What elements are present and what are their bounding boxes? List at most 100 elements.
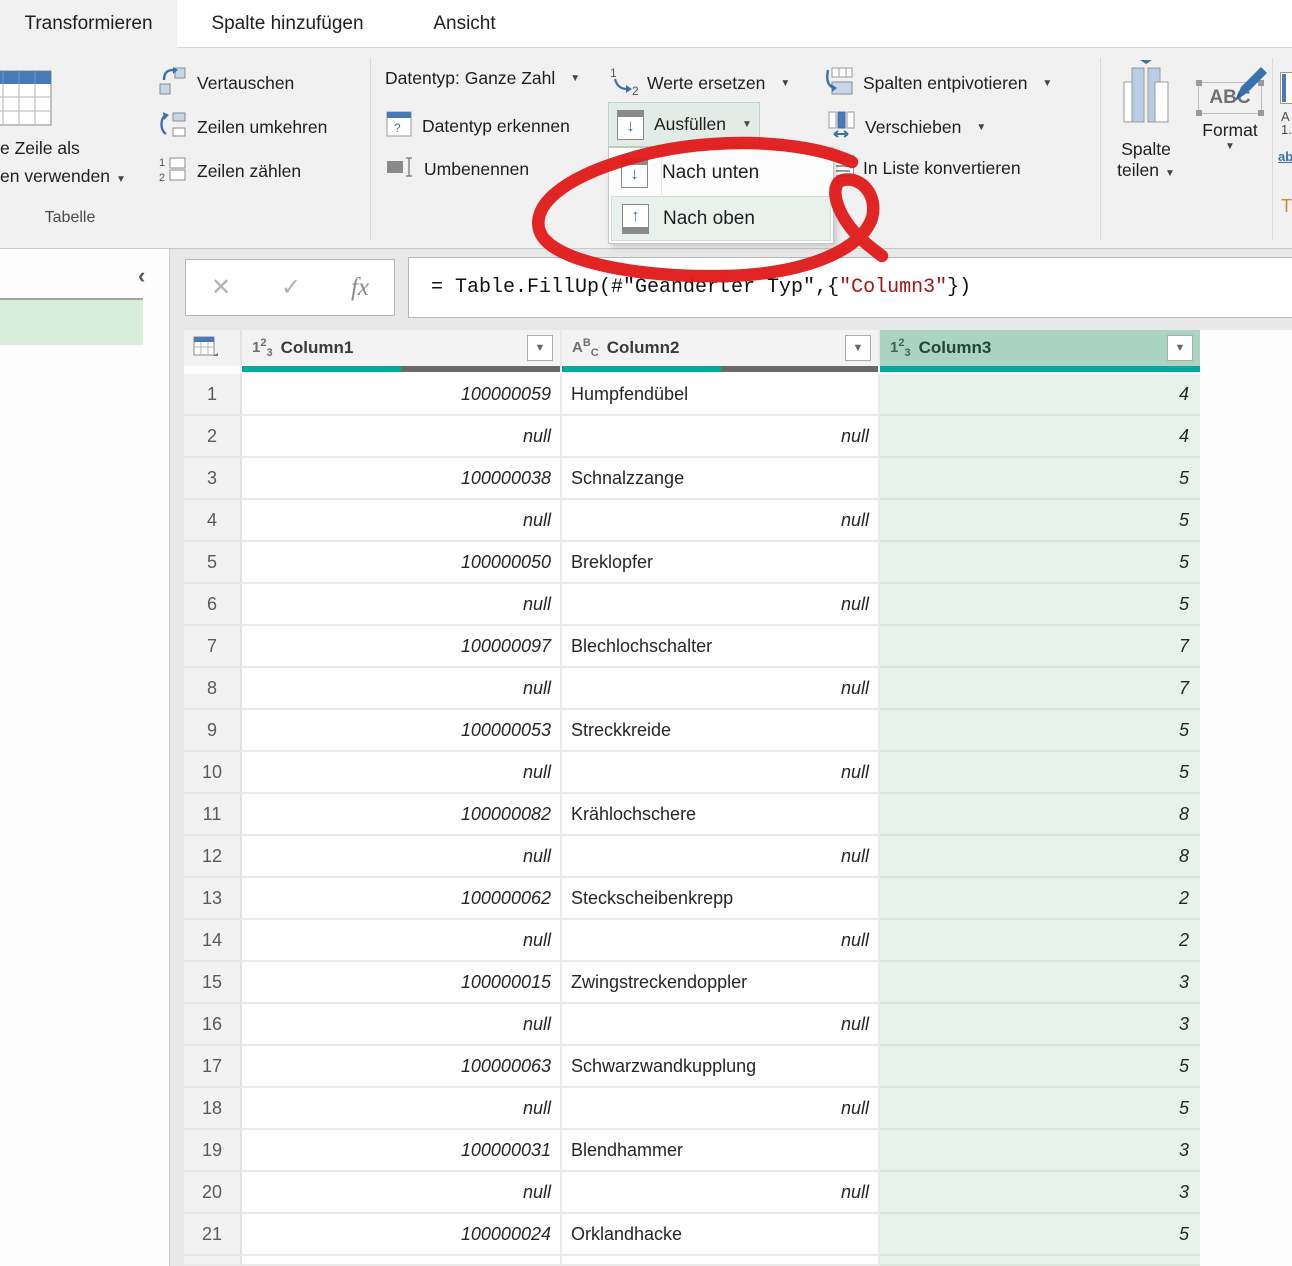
formula-bar[interactable]: = Table.FillUp(#"Geanderter Typ",{"Colum… <box>408 257 1292 318</box>
row-number[interactable]: 6 <box>184 584 242 626</box>
vertauschen-button[interactable]: Vertauschen <box>158 66 294 101</box>
row-number[interactable]: 16 <box>184 1004 242 1046</box>
use-first-row-button-line2[interactable]: en verwenden▼ <box>0 166 126 187</box>
row-number[interactable]: 2 <box>184 416 242 458</box>
cell-column2[interactable]: null <box>562 1004 880 1046</box>
row-number[interactable]: 10 <box>184 752 242 794</box>
cell-column1[interactable]: null <box>242 668 562 710</box>
cell-column2[interactable]: Schwarzwandkupplung <box>562 1046 880 1088</box>
spalte-teilen-button[interactable]: Spalte teilen▼ <box>1108 60 1184 181</box>
umbenennen-button[interactable]: Umbenennen <box>385 154 529 185</box>
cell-column2[interactable]: Zwingstreckendoppler <box>562 962 880 1004</box>
use-first-row-button-line1[interactable]: e Zeile als <box>0 138 80 159</box>
tab-transformieren[interactable]: Transformieren <box>0 0 177 48</box>
cell-column1[interactable]: 100000059 <box>242 374 562 416</box>
row-number[interactable]: 15 <box>184 962 242 1004</box>
cell-column2[interactable]: null <box>562 1088 880 1130</box>
cell-column1[interactable]: null <box>242 1004 562 1046</box>
cell-column1[interactable]: 100000031 <box>242 1130 562 1172</box>
zeilen-zaehlen-button[interactable]: 12 Zeilen zählen <box>158 154 301 189</box>
row-number[interactable]: 8 <box>184 668 242 710</box>
cancel-icon[interactable]: ✕ <box>211 273 231 302</box>
row-number[interactable]: 21 <box>184 1214 242 1256</box>
select-all-corner[interactable] <box>184 330 242 366</box>
cell-column2[interactable]: Steckscheibenkrepp <box>562 878 880 920</box>
tab-ansicht[interactable]: Ansicht <box>412 0 517 48</box>
tab-spalte-hinzufuegen[interactable]: Spalte hinzufügen <box>185 0 390 48</box>
zeilen-umkehren-button[interactable]: Zeilen umkehren <box>158 110 327 145</box>
cell-column1[interactable]: 100000097 <box>242 626 562 668</box>
cell-column2[interactable]: null <box>562 752 880 794</box>
cell-column1[interactable]: null <box>242 500 562 542</box>
cell-column2[interactable]: Blendhammer <box>562 1130 880 1172</box>
row-number[interactable]: 11 <box>184 794 242 836</box>
cell-column1[interactable]: 100000082 <box>242 794 562 836</box>
cell-column2[interactable]: Orklandhacke <box>562 1214 880 1256</box>
column3-header[interactable]: 123 Column3 ▼ <box>880 330 1200 366</box>
cell-column2[interactable]: null <box>562 584 880 626</box>
cell-column2[interactable]: Krählochschere <box>562 794 880 836</box>
cell-column3[interactable]: 5 <box>880 500 1200 542</box>
cell-column2[interactable]: Schnalzzange <box>562 458 880 500</box>
row-number[interactable]: 20 <box>184 1172 242 1214</box>
cell-column2[interactable]: null <box>562 500 880 542</box>
cell-column3[interactable]: 5 <box>880 458 1200 500</box>
cell-column1[interactable]: null <box>242 752 562 794</box>
row-number[interactable]: 12 <box>184 836 242 878</box>
cell-column3[interactable]: 3 <box>880 962 1200 1004</box>
cell-column3[interactable]: 4 <box>880 374 1200 416</box>
cell-column1[interactable]: 100000015 <box>242 962 562 1004</box>
cell-column2[interactable]: Breklopfer <box>562 542 880 584</box>
cell-column1[interactable]: 100000053 <box>242 710 562 752</box>
column1-filter-button[interactable]: ▼ <box>527 335 553 361</box>
collapse-pane-chevron-icon[interactable]: ‹ <box>138 263 145 289</box>
row-number[interactable]: 19 <box>184 1130 242 1172</box>
datentyp-button[interactable]: Datentyp: Ganze Zahl▼ <box>385 68 580 89</box>
row-number[interactable]: 13 <box>184 878 242 920</box>
cell-column3[interactable]: 8 <box>880 836 1200 878</box>
cell-column2[interactable]: null <box>562 416 880 458</box>
cell-column3[interactable]: 7 <box>880 668 1200 710</box>
fx-icon[interactable]: fx <box>351 274 369 302</box>
selected-query-item[interactable] <box>0 298 143 345</box>
row-number[interactable]: 1 <box>184 374 242 416</box>
row-number[interactable]: 14 <box>184 920 242 962</box>
cell-column3[interactable]: 5 <box>880 710 1200 752</box>
cell-column1[interactable]: 100000024 <box>242 1214 562 1256</box>
cell-column3[interactable]: 5 <box>880 542 1200 584</box>
column1-header[interactable]: 123 Column1 ▼ <box>242 330 562 366</box>
cell-column3[interactable]: 5 <box>880 584 1200 626</box>
cell-column3[interactable]: 5 <box>880 1046 1200 1088</box>
cell-column2[interactable]: null <box>562 836 880 878</box>
row-number[interactable]: 3 <box>184 458 242 500</box>
datentyp-erkennen-button[interactable]: ? Datentyp erkennen <box>385 110 570 143</box>
cell-column3[interactable]: 3 <box>880 1130 1200 1172</box>
check-icon[interactable]: ✓ <box>281 273 301 302</box>
ausfuellen-button[interactable]: ↓ Ausfüllen▼ <box>608 102 760 147</box>
spalten-entpivotieren-button[interactable]: Spalten entpivotieren▼ <box>824 66 1052 101</box>
column2-filter-button[interactable]: ▼ <box>845 335 871 361</box>
cell-column3[interactable]: 5 <box>880 752 1200 794</box>
verschieben-button[interactable]: Verschieben▼ <box>826 110 986 145</box>
cell-column1[interactable]: 100000050 <box>242 542 562 584</box>
row-number[interactable]: 5 <box>184 542 242 584</box>
cell-column1[interactable]: 100000062 <box>242 878 562 920</box>
cell-column2[interactable]: Blechlochschalter <box>562 626 880 668</box>
cell-column3[interactable]: 3 <box>880 1172 1200 1214</box>
menu-item-nach-oben[interactable]: ↑ Nach oben <box>611 196 831 241</box>
in-liste-konvertieren-button[interactable]: In Liste konvertieren <box>832 155 1021 181</box>
werte-ersetzen-button[interactable]: 12 Werte ersetzen▼ <box>608 66 790 101</box>
cell-column2[interactable]: Humpfendübel <box>562 374 880 416</box>
menu-item-nach-unten[interactable]: ↓ Nach unten <box>611 150 831 195</box>
row-number[interactable]: 4 <box>184 500 242 542</box>
cell-column2[interactable]: null <box>562 1172 880 1214</box>
cell-column3[interactable]: 7 <box>880 626 1200 668</box>
row-number[interactable]: 18 <box>184 1088 242 1130</box>
cell-column1[interactable]: null <box>242 920 562 962</box>
cell-column3[interactable]: 3 <box>880 1004 1200 1046</box>
cell-column3[interactable]: 5 <box>880 1214 1200 1256</box>
cell-column2[interactable]: Streckkreide <box>562 710 880 752</box>
cell-column3[interactable]: 5 <box>880 1088 1200 1130</box>
cell-column1[interactable]: null <box>242 1172 562 1214</box>
cell-column2[interactable]: null <box>562 668 880 710</box>
